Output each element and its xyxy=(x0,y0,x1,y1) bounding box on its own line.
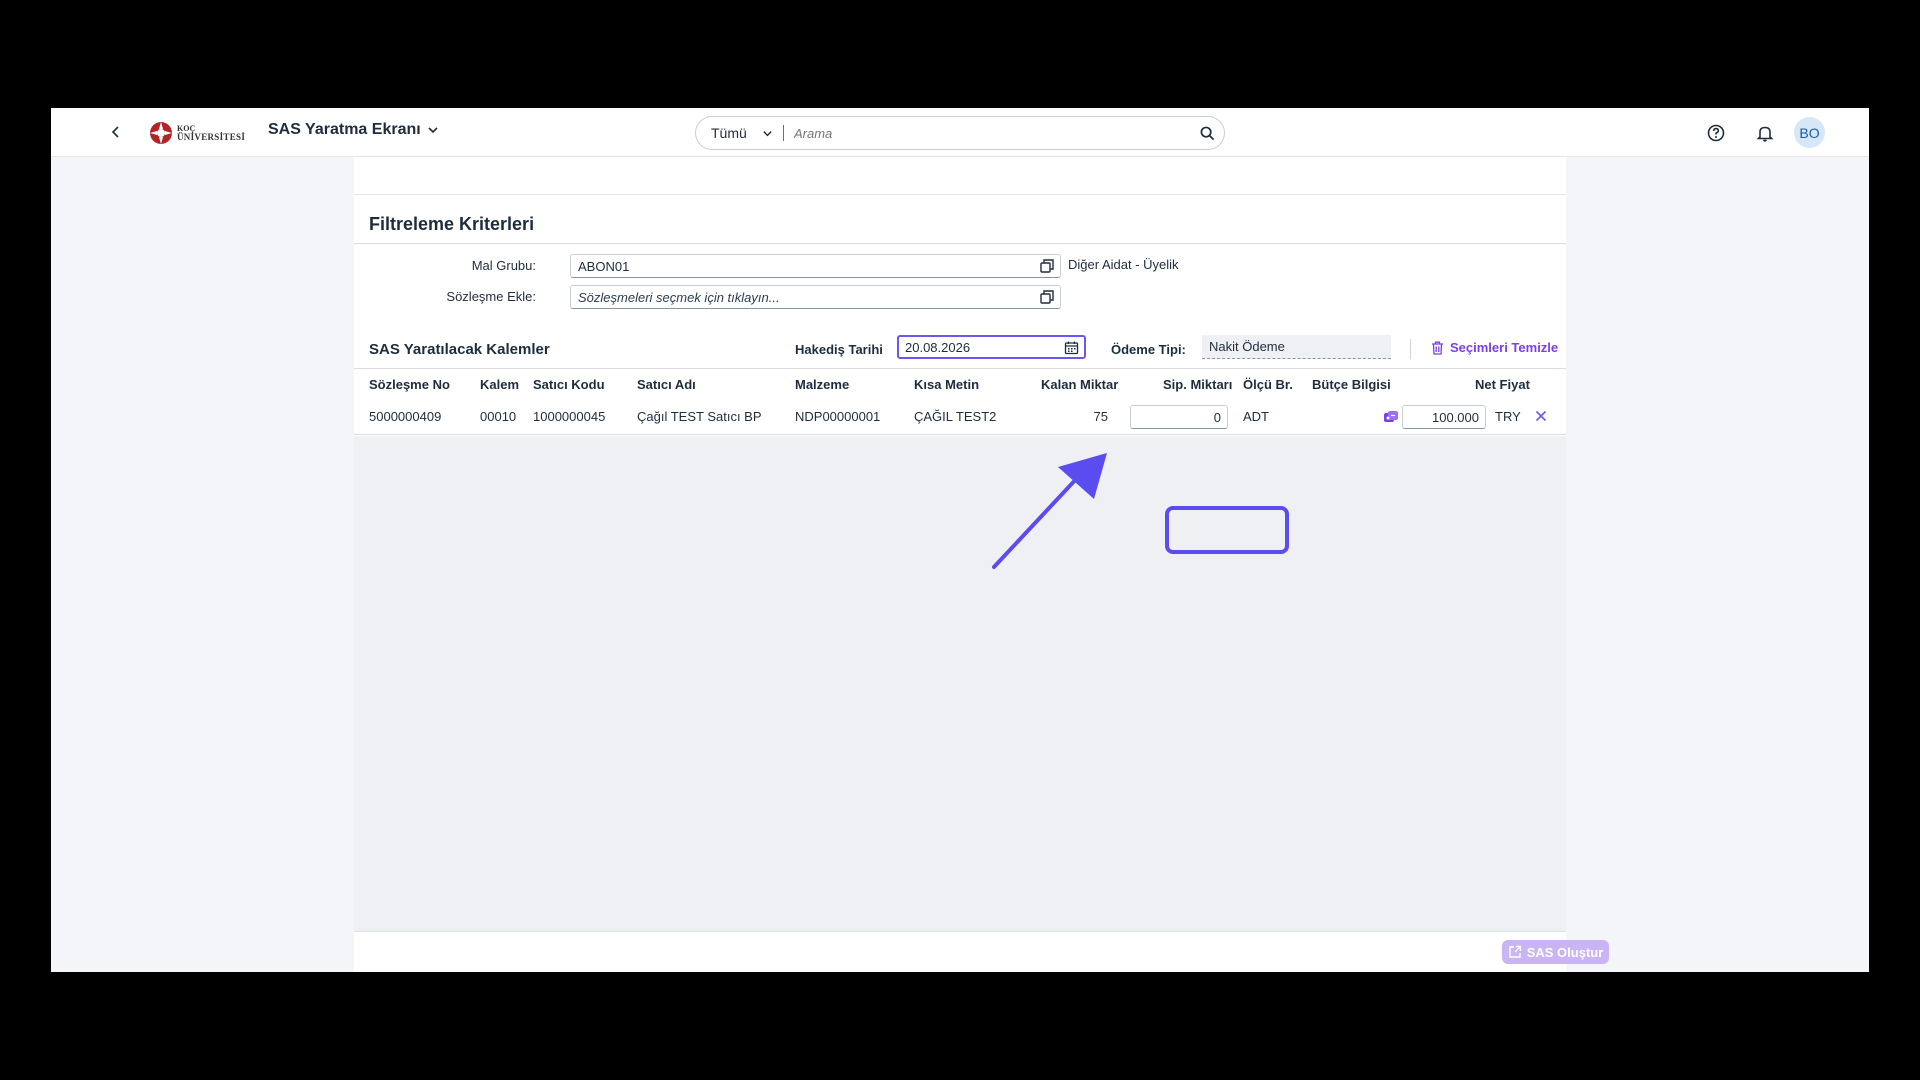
calendar-icon[interactable] xyxy=(1064,340,1079,355)
search-bar: Tümü xyxy=(695,116,1225,150)
column-header[interactable]: Malzeme xyxy=(795,377,849,392)
mal-grubu-input[interactable]: ABON01 xyxy=(570,254,1061,278)
satici-adi-cell: Çağıl TEST Satıcı BP xyxy=(637,409,762,424)
search-scope-select[interactable]: Tümü xyxy=(696,125,784,141)
sozlesme-placeholder: Sözleşmeleri seçmek için tıklayın... xyxy=(578,289,780,305)
mal-grubu-value: ABON01 xyxy=(578,258,630,274)
hakedis-label: Hakediş Tarihi xyxy=(795,342,883,357)
search-icon xyxy=(1200,126,1214,140)
filter-section-title: Filtreleme Kriterleri xyxy=(369,214,535,234)
app-screen: KOÇ ÜNİVERSİTESİ SAS Yaratma Ekranı Tümü… xyxy=(51,108,1869,972)
share-icon xyxy=(1509,945,1521,958)
currency-cell: TRY xyxy=(1495,409,1521,424)
close-icon[interactable] xyxy=(1533,408,1549,424)
main-panel: Filtreleme Kriterleri Mal Grubu: ABON01 … xyxy=(354,157,1609,972)
hakedis-date-value: 20.08.2026 xyxy=(905,339,971,355)
shell-bar: KOÇ ÜNİVERSİTESİ SAS Yaratma Ekranı Tümü… xyxy=(51,108,1869,157)
mal-grubu-label: Mal Grubu: xyxy=(471,258,536,273)
search-input[interactable] xyxy=(794,125,1190,141)
help-icon[interactable] xyxy=(1706,123,1726,143)
kalem-cell: 00010 xyxy=(480,409,517,424)
kalan-miktar-cell: 75 xyxy=(1093,409,1108,424)
items-table-area: SAS Yaratılacak Kalemler Hakediş Tarihi … xyxy=(354,329,1609,972)
app-title-menu[interactable]: SAS Yaratma Ekranı xyxy=(268,121,439,139)
clear-selections-button[interactable]: Seçimleri Temizle xyxy=(1431,340,1558,355)
column-header[interactable]: Ölçü Br. xyxy=(1243,377,1293,392)
chevron-down-icon xyxy=(763,130,772,136)
odeme-tipi-field: Nakit Ödeme xyxy=(1202,335,1391,359)
malzeme-cell: NDP00000001 xyxy=(795,409,881,424)
column-header[interactable]: Kısa Metin xyxy=(914,377,979,392)
table-header-row: Sözleşme No Kalem Satıcı Kodu Satıcı Adı… xyxy=(354,369,1566,399)
hakedis-date-picker[interactable]: 20.08.2026 xyxy=(897,335,1086,359)
divider xyxy=(354,243,1566,244)
column-header[interactable]: Net Fiyat xyxy=(1475,377,1530,392)
odeme-tipi-label: Ödeme Tipi: xyxy=(1111,342,1186,357)
sozlesme-no-cell: 5000000409 xyxy=(369,409,442,424)
column-header[interactable]: Kalem xyxy=(480,377,519,392)
app-title: SAS Yaratma Ekranı xyxy=(268,121,421,138)
divider xyxy=(354,194,1566,195)
sozlesme-ekle-input[interactable]: Sözleşmeleri seçmek için tıklayın... xyxy=(570,285,1061,309)
sozlesme-ekle-label: Sözleşme Ekle: xyxy=(446,289,536,304)
column-header[interactable]: Bütçe Bilgisi xyxy=(1312,377,1391,392)
user-avatar[interactable]: BO xyxy=(1794,117,1825,148)
toolbar-separator xyxy=(1410,339,1411,359)
column-header[interactable]: Sip. Miktarı xyxy=(1163,377,1232,392)
mal-grubu-description: Diğer Aidat - Üyelik xyxy=(1068,257,1179,272)
kisa-metin-cell: ÇAĞIL TEST2 xyxy=(914,409,997,424)
back-button[interactable] xyxy=(106,122,126,142)
column-header[interactable]: Satıcı Adı xyxy=(637,377,696,392)
satici-kodu-cell: 1000000045 xyxy=(533,409,606,424)
column-header[interactable]: Sözleşme No xyxy=(369,377,450,392)
value-help-icon[interactable] xyxy=(1040,290,1054,304)
chevron-down-icon xyxy=(428,127,438,134)
olcu-br-cell: ADT xyxy=(1243,409,1269,424)
clear-selections-label: Seçimleri Temizle xyxy=(1450,340,1559,355)
back-icon xyxy=(111,126,119,138)
sas-create-button[interactable]: SAS Oluştur xyxy=(1502,940,1609,964)
column-header[interactable]: Kalan Miktar xyxy=(1041,377,1118,392)
table-empty-area xyxy=(354,436,1566,931)
bell-icon[interactable] xyxy=(1755,123,1775,143)
table-title: SAS Yaratılacak Kalemler xyxy=(369,341,550,358)
table-row[interactable]: 5000000409 00010 1000000045 Çağıl TEST S… xyxy=(354,399,1566,435)
column-header[interactable]: Satıcı Kodu xyxy=(533,377,605,392)
trash-icon xyxy=(1432,341,1443,355)
footer-toolbar: SAS Oluştur xyxy=(354,931,1609,972)
table-toolbar: SAS Yaratılacak Kalemler Hakediş Tarihi … xyxy=(354,329,1566,369)
search-button[interactable] xyxy=(1190,116,1224,150)
company-logo: KOÇ ÜNİVERSİTESİ xyxy=(149,121,245,145)
budget-icon[interactable] xyxy=(1383,409,1399,425)
logo-icon xyxy=(150,122,172,144)
logo-line-2: ÜNİVERSİTESİ xyxy=(177,132,246,142)
net-fiyat-input[interactable]: 100.000 xyxy=(1402,405,1486,429)
sas-create-label: SAS Oluştur xyxy=(1526,944,1604,960)
search-scope-label: Tümü xyxy=(711,125,747,141)
value-help-icon[interactable] xyxy=(1040,259,1054,273)
sip-miktari-input[interactable]: 0 xyxy=(1130,405,1228,429)
